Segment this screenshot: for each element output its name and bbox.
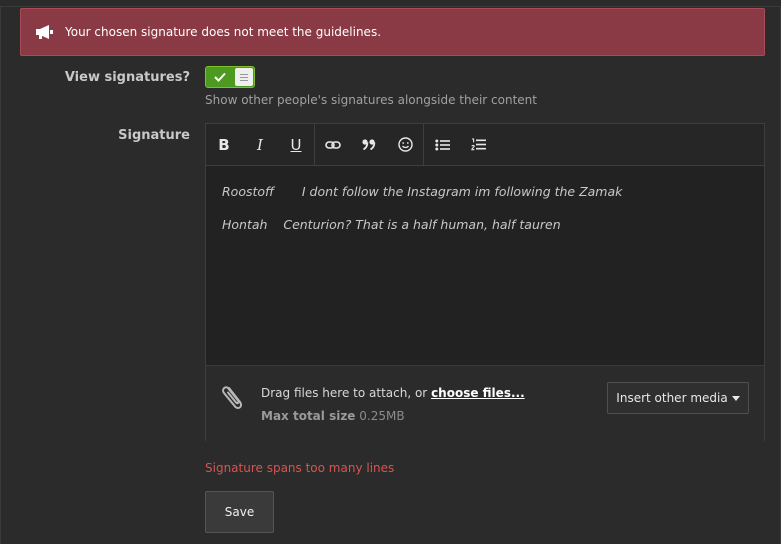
signature-editor: B I U Roostoff I dont follow the Instagr… [205,123,765,441]
top-divider [0,0,781,7]
insert-media-button[interactable]: Insert other media [607,382,749,414]
max-size-text: Max total size 0.25MB [261,409,405,423]
bullet-list-button[interactable] [424,124,460,165]
choose-files-link[interactable]: choose files... [431,386,525,400]
paperclip-icon [220,382,246,416]
underline-button[interactable]: U [278,124,314,165]
smilie-icon [397,137,413,152]
link-icon [325,140,341,149]
caret-down-icon [731,395,740,401]
signature-textarea[interactable]: Roostoff I dont follow the Instagram im … [206,166,764,364]
view-signatures-toggle[interactable] [205,66,255,88]
alert-message: Your chosen signature does not meet the … [65,25,382,39]
italic-button[interactable]: I [242,124,278,165]
view-signatures-hint: Show other people's signatures alongside… [205,93,537,107]
max-size-value: 0.25MB [359,409,405,423]
numbered-list-icon [470,138,486,151]
insert-media-label: Insert other media [616,391,728,405]
numbered-list-button[interactable] [460,124,496,165]
toolbar-group-lists [424,124,496,165]
view-signatures-label: View signatures? [64,70,190,85]
signature-label: Signature [118,128,190,143]
bold-button[interactable]: B [206,124,242,165]
quote-icon [362,139,376,150]
toolbar-group-format: B I U [206,124,315,165]
save-button[interactable]: Save [205,491,274,533]
signature-line: Hontah Centurion? That is a half human, … [222,217,561,232]
bullet-list-icon [434,139,450,150]
drag-files-label: Drag files here to attach, or [261,386,432,400]
editor-toolbar: B I U [206,124,764,166]
signature-line: Roostoff I dont follow the Instagram im … [222,184,623,199]
drag-files-text: Drag files here to attach, or choose fil… [261,386,525,400]
max-size-label: Max total size [261,409,356,423]
quote-button[interactable] [351,124,387,165]
check-icon [206,67,234,87]
signature-error: Signature spans too many lines [205,461,395,475]
link-button[interactable] [315,124,351,165]
smilie-button[interactable] [387,124,423,165]
megaphone-icon [34,24,56,40]
error-alert: Your chosen signature does not meet the … [20,8,765,56]
toggle-knob[interactable] [235,68,253,86]
toolbar-group-insert [315,124,424,165]
attachment-dropzone[interactable]: Drag files here to attach, or choose fil… [206,365,764,441]
